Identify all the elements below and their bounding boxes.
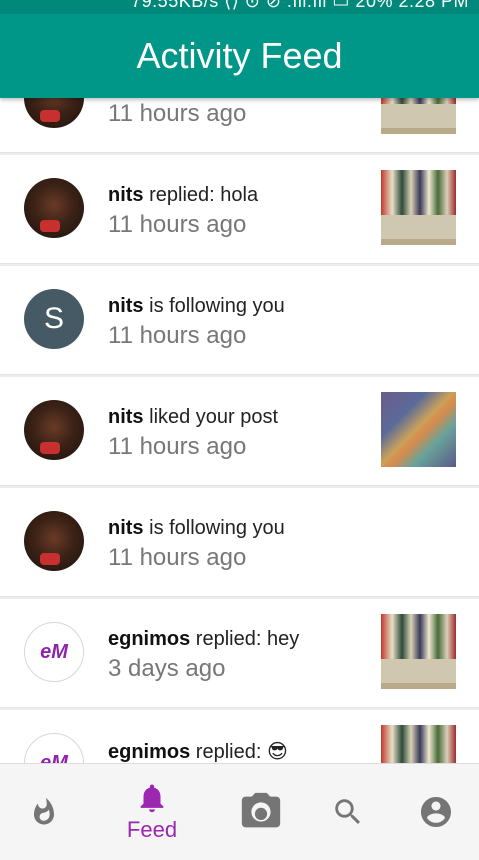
feed-item-time: 11 hours ago [108, 211, 247, 238]
feed-item-action: liked your post [143, 406, 279, 428]
feed-item-action: replied: hey [190, 628, 300, 650]
post-thumbnail[interactable] [381, 392, 456, 467]
nav-profile-button[interactable] [388, 764, 479, 860]
feed-item-text: egnimos replied: 😎 [108, 739, 288, 763]
feed-item-username[interactable]: nits [108, 406, 144, 428]
feed-item[interactable]: S nits is following you 11 hours ago [0, 266, 479, 375]
feed-item-text: nits liked your post [108, 406, 278, 429]
user-avatar[interactable]: S [24, 289, 84, 349]
avatar-logo: eM [40, 751, 68, 764]
activity-feed-list[interactable]: 11 hours ago nits replied: hola 11 hours… [0, 0, 479, 763]
feed-item-username[interactable]: nits [108, 184, 144, 206]
avatar-logo: eM [40, 640, 68, 663]
account-circle-icon [421, 797, 451, 827]
feed-item-action: replied: hola [143, 184, 259, 206]
user-avatar[interactable] [24, 511, 84, 571]
feed-item-time: 11 hours ago [108, 322, 247, 349]
nav-camera-button[interactable] [213, 764, 309, 860]
bottom-navigation: Feed [0, 763, 479, 860]
camera-icon [241, 792, 281, 828]
nav-search-button[interactable] [300, 764, 396, 860]
feed-item[interactable]: eM egnimos replied: 😎 [0, 710, 479, 763]
nav-feed-button[interactable]: Feed [104, 764, 200, 860]
feed-item-text: nits replied: hola [108, 184, 258, 207]
feed-item-username[interactable]: nits [108, 517, 144, 539]
feed-item-text: nits is following you [108, 295, 285, 318]
feed-item-time: 3 days ago [108, 655, 226, 682]
post-thumbnail[interactable] [381, 725, 456, 763]
page-title: Activity Feed [136, 35, 343, 76]
user-avatar[interactable] [24, 400, 84, 460]
notifications-icon [140, 784, 164, 813]
feed-item[interactable]: nits is following you 11 hours ago [0, 488, 479, 597]
feed-item-time: 11 hours ago [108, 544, 247, 571]
feed-item-time: 11 hours ago [108, 433, 247, 460]
status-bar-text: 79.55KB/s ⟨⟩ ⊙ ⊘ .ıll.ıll ▭ 20% 2:28 PM [131, 0, 469, 11]
feed-item-username[interactable]: egnimos [108, 628, 190, 650]
feed-item[interactable]: nits liked your post 11 hours ago [0, 377, 479, 486]
feed-item-time: 11 hours ago [108, 100, 247, 127]
feed-item-username[interactable]: nits [108, 295, 144, 317]
feed-item[interactable]: nits replied: hola 11 hours ago [0, 155, 479, 264]
app-bar: Activity Feed [0, 14, 479, 98]
avatar-letter: S [43, 302, 64, 335]
feed-item[interactable]: eM egnimos replied: hey 3 days ago [0, 599, 479, 708]
user-avatar[interactable]: eM [24, 622, 84, 682]
feed-item-username[interactable]: egnimos [108, 741, 190, 763]
user-avatar[interactable]: eM [24, 733, 84, 763]
whatshot-icon [34, 797, 54, 825]
post-thumbnail[interactable] [381, 170, 456, 245]
nav-trending-button[interactable] [0, 764, 92, 860]
feed-item-action: replied: 😎 [190, 741, 288, 763]
feed-item-text: nits is following you [108, 517, 285, 540]
feed-item-text: egnimos replied: hey [108, 628, 299, 651]
user-avatar[interactable] [24, 178, 84, 238]
feed-item-action: is following you [143, 517, 285, 539]
nav-feed-label: Feed [126, 817, 178, 842]
search-icon [335, 799, 361, 825]
feed-item-action: is following you [143, 295, 285, 317]
status-bar: 79.55KB/s ⟨⟩ ⊙ ⊘ .ıll.ıll ▭ 20% 2:28 PM [0, 0, 479, 14]
post-thumbnail[interactable] [381, 614, 456, 689]
